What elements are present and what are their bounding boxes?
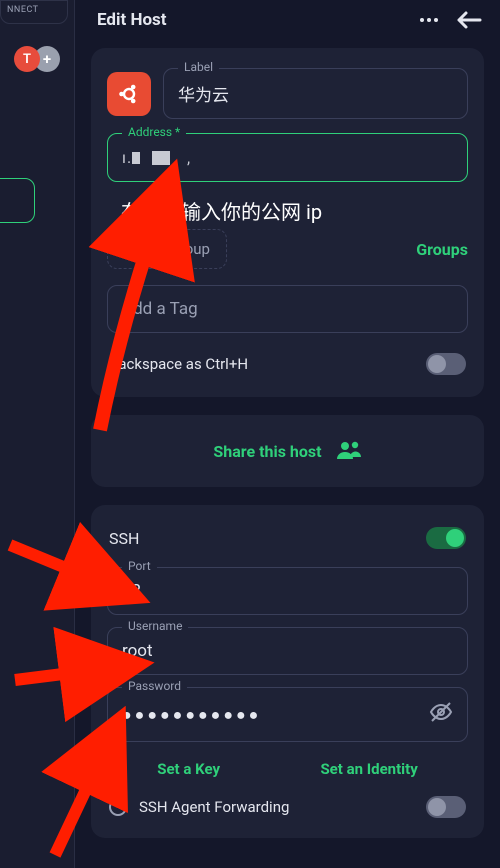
port-field[interactable]: Port 22 <box>107 567 468 615</box>
agent-toggle[interactable] <box>426 796 466 818</box>
ssh-toggle[interactable] <box>426 527 466 549</box>
rail-active-indicator <box>0 178 35 223</box>
ssh-card: SSH Port 22 Username root Password ●●●●●… <box>91 505 484 838</box>
address-annotation: 在此处输入你的公网 ip <box>121 196 468 225</box>
agent-forwarding-row: SSH Agent Forwarding <box>107 792 468 818</box>
main-content: Label 华为云 Address * ı. , 在此处输入你的公网 ip Pa… <box>75 40 500 868</box>
label-legend: Label <box>178 60 219 74</box>
username-value: root <box>108 628 467 674</box>
share-label: Share this host <box>213 442 321 461</box>
address-value: ı. , <box>108 134 467 181</box>
backspace-toggle-row: Backspace as Ctrl+H <box>107 347 468 377</box>
address-field[interactable]: Address * ı. , <box>107 133 468 182</box>
more-icon[interactable] <box>420 18 438 22</box>
ssh-title: SSH <box>109 529 139 548</box>
back-arrow-icon[interactable] <box>456 10 482 30</box>
page-title: Edit Host <box>97 10 167 30</box>
rail-connect-chip[interactable]: NNECT <box>0 0 68 24</box>
password-mask: ●●●●●●●●●●● <box>122 705 261 725</box>
password-field[interactable]: Password ●●●●●●●●●●● <box>107 687 468 742</box>
avatar[interactable]: T <box>14 46 40 72</box>
share-icon <box>336 439 362 463</box>
header: Edit Host <box>75 0 500 40</box>
host-details-card: Label 华为云 Address * ı. , 在此处输入你的公网 ip Pa… <box>91 48 484 397</box>
username-legend: Username <box>122 619 188 633</box>
backspace-toggle[interactable] <box>426 353 466 375</box>
ubuntu-icon[interactable] <box>107 72 151 116</box>
agent-label: SSH Agent Forwarding <box>139 798 289 816</box>
set-identity-link[interactable]: Set an Identity <box>320 760 417 778</box>
label-field[interactable]: Label 华为云 <box>163 68 468 119</box>
port-value: 22 <box>108 568 467 614</box>
address-legend: Address * <box>122 125 186 139</box>
backspace-label: Backspace as Ctrl+H <box>109 355 248 373</box>
groups-link[interactable]: Groups <box>416 240 468 259</box>
add-tag-field[interactable]: Add a Tag <box>107 285 468 333</box>
parent-group-box[interactable]: Parent group <box>107 229 227 269</box>
share-host-button[interactable]: Share this host <box>91 415 484 487</box>
port-legend: Port <box>122 559 157 573</box>
rail-connect-label: NNECT <box>7 5 39 15</box>
agent-radio[interactable] <box>109 798 127 816</box>
set-key-link[interactable]: Set a Key <box>157 760 220 778</box>
rail-avatars: T + <box>0 46 74 72</box>
label-value: 华为云 <box>164 69 467 118</box>
side-rail: NNECT T + <box>0 0 75 868</box>
password-legend: Password <box>122 679 187 693</box>
username-field[interactable]: Username root <box>107 627 468 675</box>
add-tag-placeholder: Add a Tag <box>108 286 467 332</box>
eye-off-icon[interactable] <box>429 700 453 729</box>
